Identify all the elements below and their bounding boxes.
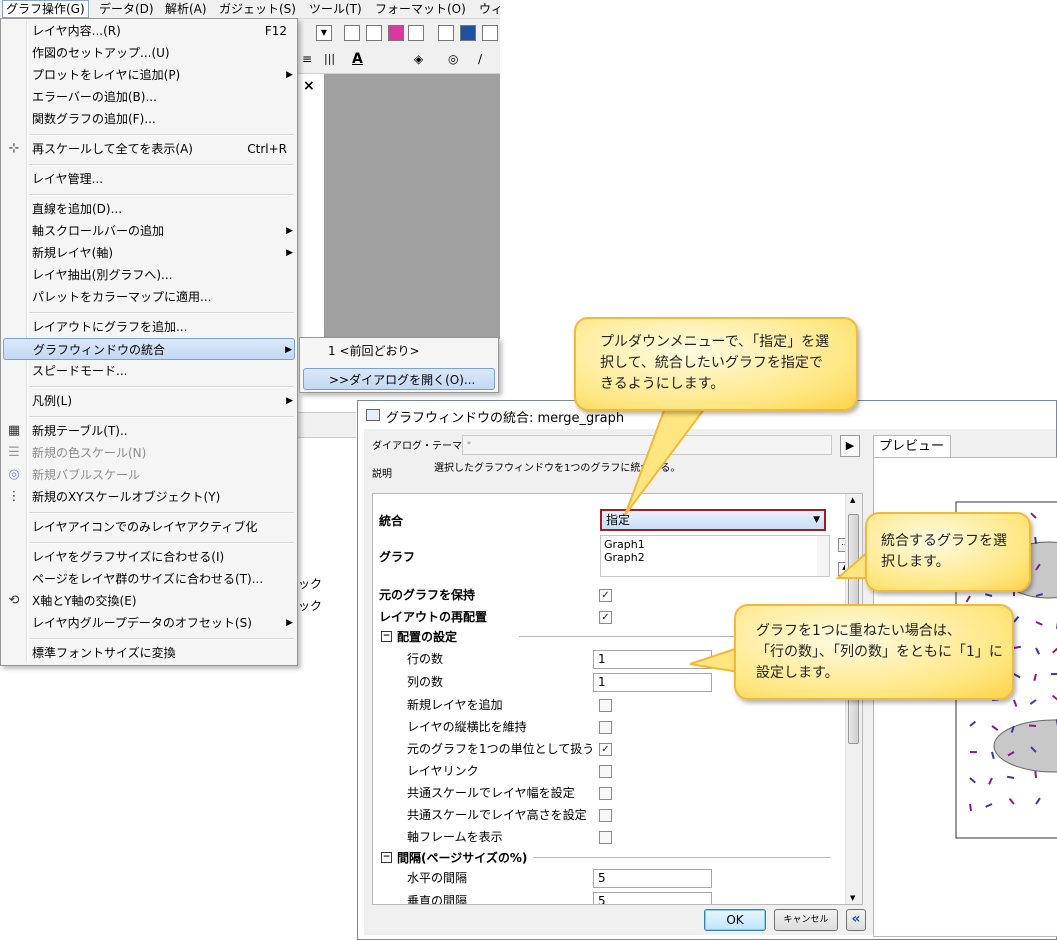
callout-pointer	[624, 407, 707, 516]
callout-pointers	[624, 407, 871, 674]
callout-pointer	[689, 646, 739, 674]
callout-merge-select: プルダウンメニューで、「指定」を選 択して、統合したいグラフを指定で きるように…	[574, 317, 858, 411]
callout-graph-select: 統合するグラフを選 択します。	[865, 512, 1031, 592]
callout-rows-cols: グラフを1つに重ねたい場合は、 「行の数」、「列の数」をともに「1」に 設定しま…	[734, 604, 1014, 700]
